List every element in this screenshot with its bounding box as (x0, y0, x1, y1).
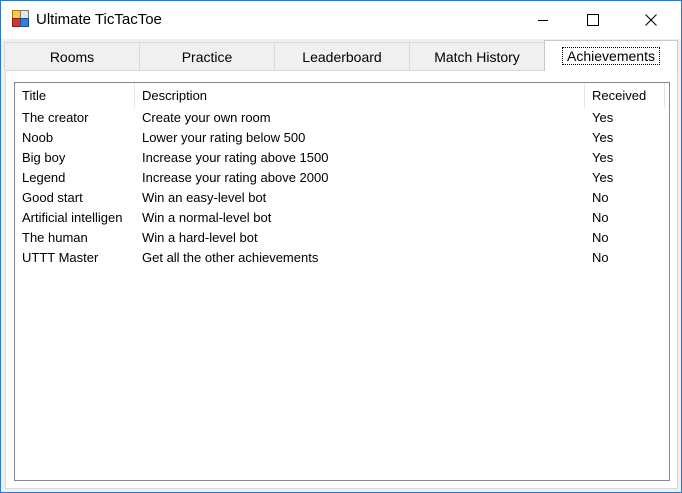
window-title: Ultimate TicTacToe (36, 11, 162, 28)
list-item[interactable]: Legend Increase your rating above 2000 Yes (15, 168, 669, 188)
column-header-received[interactable]: Received (585, 83, 665, 108)
tab-practice[interactable]: Practice (139, 42, 275, 70)
list-item[interactable]: The creator Create your own room Yes (15, 108, 669, 128)
achievement-title: Legend (22, 170, 66, 185)
achievement-description: Win a normal-level bot (142, 210, 272, 225)
list-header: Title Description Received (15, 83, 669, 108)
tab-label: Rooms (49, 48, 95, 65)
maximize-button[interactable] (570, 1, 616, 39)
achievement-received: No (592, 250, 609, 265)
tab-achievements[interactable]: Achievements (544, 40, 678, 71)
achievement-title: The human (22, 230, 88, 245)
list-item[interactable]: Artificial intelligen Win a normal-level … (15, 208, 669, 228)
list-rows: The creator Create your own room Yes Noob Lo… (15, 108, 669, 268)
close-button[interactable] (628, 1, 674, 39)
achievements-list[interactable]: Title Description Received The creator Cr… (14, 82, 670, 481)
tab-rooms[interactable]: Rooms (4, 42, 140, 70)
minimize-icon (537, 14, 549, 26)
list-item[interactable]: Noob Lower your rating below 500 Yes (15, 128, 669, 148)
achievement-received: Yes (592, 110, 614, 125)
list-item[interactable]: The human Win a hard-level bot No (15, 228, 669, 248)
column-header-title[interactable]: Title (15, 83, 135, 108)
app-window: Ultimate TicTacToe Rooms Practice Leader… (0, 0, 682, 493)
achievement-received: Yes (592, 150, 614, 165)
tab-match-history[interactable]: Match History (409, 42, 545, 70)
achievement-description: Win a hard-level bot (142, 230, 258, 245)
achievement-received: Yes (592, 130, 614, 145)
achievement-received: No (592, 190, 609, 205)
tab-label: Leaderboard (302, 48, 382, 65)
achievement-description: Create your own room (142, 110, 271, 125)
achievement-received: No (592, 230, 609, 245)
column-header-description[interactable]: Description (135, 83, 585, 108)
tab-strip: Rooms Practice Leaderboard Match History… (1, 39, 681, 72)
achievement-title: Noob (22, 130, 54, 145)
tab-label: Achievements (562, 47, 660, 65)
achievement-title: UTTT Master (22, 250, 99, 265)
tab-label: Match History (434, 48, 520, 65)
achievement-description: Win an easy-level bot (142, 190, 267, 205)
list-item[interactable]: UTTT Master Get all the other achievement… (15, 248, 669, 268)
close-icon (645, 14, 657, 26)
achievement-received: No (592, 210, 609, 225)
tab-leaderboard[interactable]: Leaderboard (274, 42, 410, 70)
achievement-description: Increase your rating above 1500 (142, 150, 329, 165)
achievement-title: The creator (22, 110, 89, 125)
minimize-button[interactable] (520, 1, 566, 39)
achievement-description: Increase your rating above 2000 (142, 170, 329, 185)
app-icon (12, 10, 30, 28)
list-item[interactable]: Big boy Increase your rating above 1500 Ye… (15, 148, 669, 168)
tab-label: Practice (181, 48, 233, 65)
achievement-title: Good start (22, 190, 83, 205)
maximize-icon (587, 14, 599, 26)
achievement-title: Big boy (22, 150, 66, 165)
achievement-description: Get all the other achievements (142, 250, 319, 265)
achievements-tab-page: Title Description Received The creator Cr… (5, 70, 678, 489)
achievement-received: Yes (592, 170, 614, 185)
achievement-title: Artificial intelligen (22, 210, 123, 225)
achievement-description: Lower your rating below 500 (142, 130, 306, 145)
list-item[interactable]: Good start Win an easy-level bot No (15, 188, 669, 208)
title-bar[interactable]: Ultimate TicTacToe (1, 1, 681, 39)
